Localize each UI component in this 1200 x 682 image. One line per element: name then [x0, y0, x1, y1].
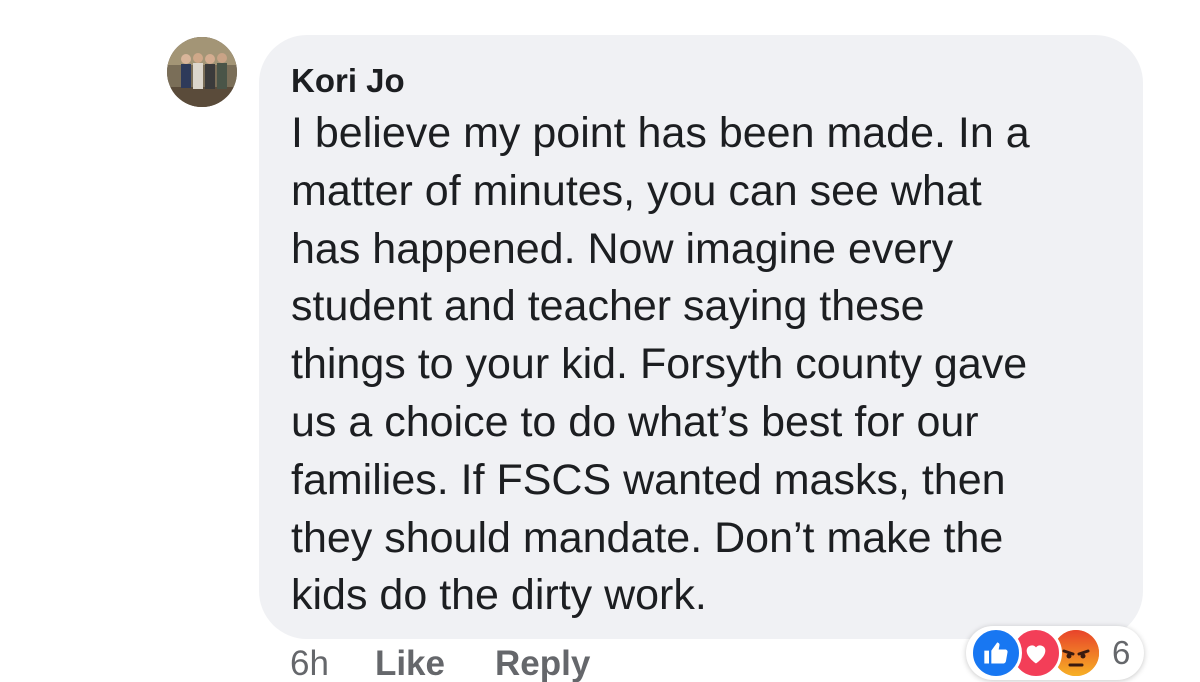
comment-bubble: Kori Jo I believe my point has been made…: [259, 35, 1143, 639]
reactions-summary[interactable]: 6: [966, 626, 1145, 680]
comment-author[interactable]: Kori Jo: [291, 59, 1113, 103]
avatar[interactable]: [167, 37, 237, 107]
avatar-photo: [167, 37, 237, 107]
comment-thread: Kori Jo I believe my point has been made…: [0, 0, 1200, 682]
comment-text: I believe my point has been made. In a m…: [291, 109, 1030, 620]
reaction-count: 6: [1112, 634, 1131, 671]
comment-timestamp[interactable]: 6h: [290, 644, 329, 682]
like-button[interactable]: Like: [375, 644, 445, 682]
comment-actions: 6h Like Reply: [290, 644, 640, 682]
reply-button[interactable]: Reply: [495, 644, 590, 682]
like-icon: [970, 627, 1022, 679]
